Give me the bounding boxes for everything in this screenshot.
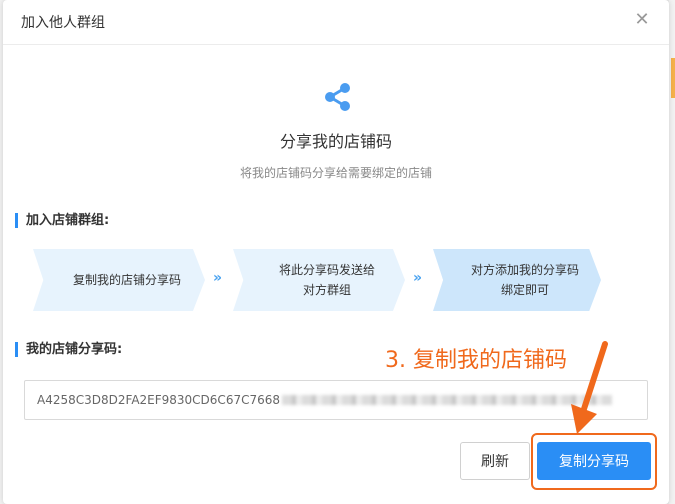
- step-1-line1: 复制我的店铺分享码: [72, 273, 181, 287]
- join-section-label: 加入店铺群组:: [15, 213, 109, 228]
- step-1-text: 复制我的店铺分享码: [57, 270, 181, 290]
- share-icon: [325, 83, 350, 111]
- step-bind-code: 对方添加我的分享码 绑定即可: [433, 249, 601, 311]
- step-3-line1: 对方添加我的分享码: [470, 263, 579, 277]
- step-3-text: 对方添加我的分享码 绑定即可: [455, 260, 579, 300]
- step-copy-code: 复制我的店铺分享码: [33, 249, 205, 311]
- background-accent: [671, 58, 675, 98]
- share-code-redacted: [282, 395, 612, 405]
- refresh-button[interactable]: 刷新: [460, 442, 530, 480]
- step-2-text: 将此分享码发送给 对方群组: [263, 260, 375, 300]
- step-2-line2: 对方群组: [302, 283, 351, 297]
- copy-share-code-button[interactable]: 复制分享码: [537, 442, 651, 480]
- dialog-header: 加入他人群组 ✕: [3, 0, 669, 45]
- share-code-field[interactable]: A4258C3D8D2FA2EF9830CD6C67C7668: [24, 380, 648, 420]
- chevron-right-icon: »: [413, 270, 422, 286]
- annotation-arrow-icon: [571, 341, 608, 434]
- step-2-line1: 将此分享码发送给: [278, 263, 375, 277]
- hero-subtitle: 将我的店铺码分享给需要绑定的店铺: [239, 166, 432, 180]
- annotation-text: 3. 复制我的店铺码: [385, 348, 567, 373]
- hero-title: 分享我的店铺码: [279, 132, 392, 151]
- dialog-title: 加入他人群组: [21, 15, 105, 31]
- share-code-value: A4258C3D8D2FA2EF9830CD6C67C7668: [37, 393, 280, 407]
- chevron-right-icon: »: [213, 270, 222, 286]
- step-send-code: 将此分享码发送给 对方群组: [233, 249, 405, 311]
- close-icon[interactable]: ✕: [631, 9, 653, 31]
- step-3-line2: 绑定即可: [500, 283, 549, 297]
- share-code-label: 我的店铺分享码:: [15, 342, 122, 357]
